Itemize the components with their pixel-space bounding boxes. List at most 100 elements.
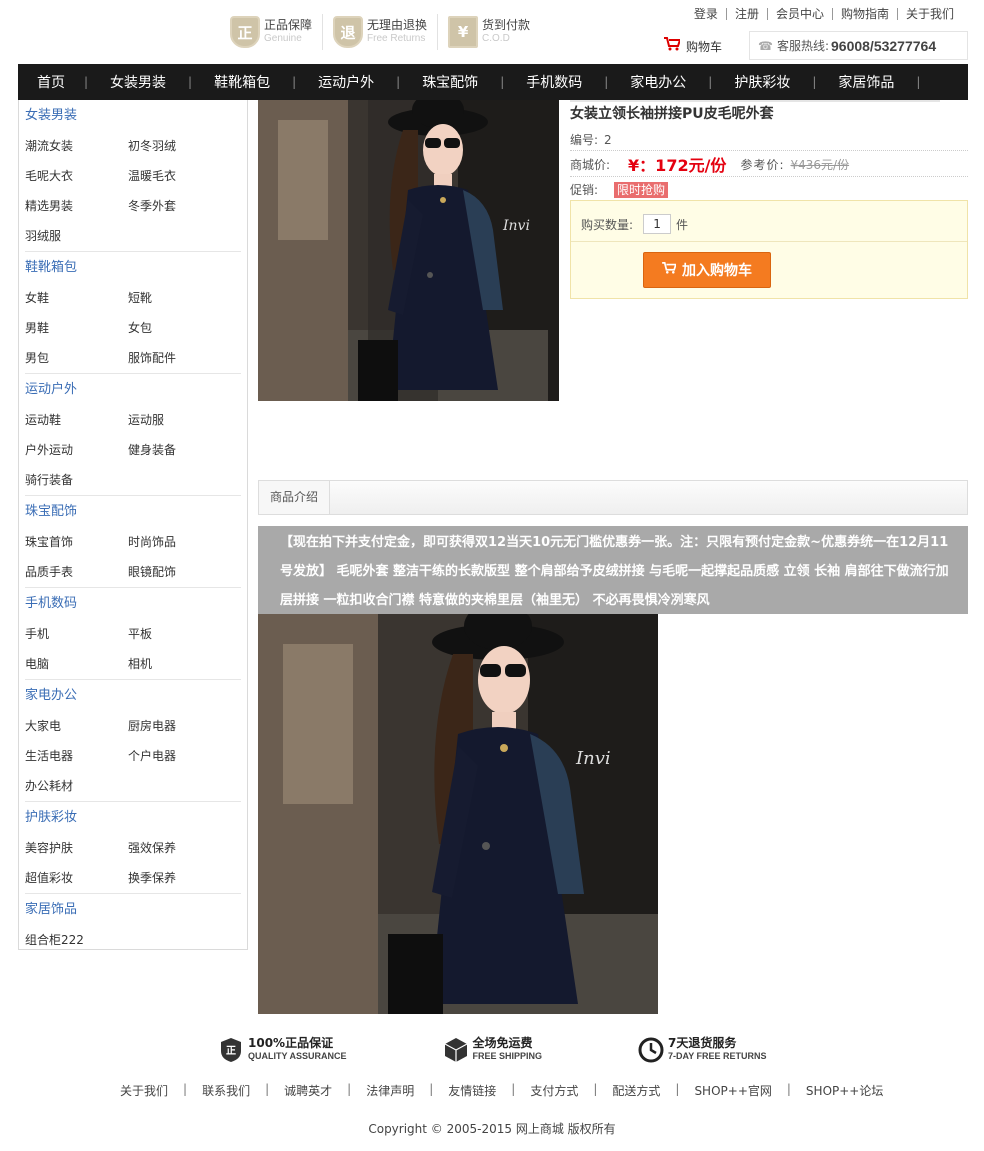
category-link[interactable]: 换季保养 xyxy=(128,863,231,893)
product-tabs: 商品介绍 xyxy=(258,480,968,515)
promo-tag: 限时抢购 xyxy=(614,181,669,198)
add-to-cart-label: 加入购物车 xyxy=(682,263,752,279)
category-link[interactable]: 运动鞋 xyxy=(25,405,128,435)
login-link[interactable]: 登录 xyxy=(686,8,726,20)
category-link[interactable]: 手机 xyxy=(25,619,128,649)
category-title[interactable]: 手机数码 xyxy=(25,588,241,619)
category-link[interactable]: 服饰配件 xyxy=(128,343,231,373)
category-link[interactable]: 骑行装备 xyxy=(25,465,128,495)
category-title[interactable]: 家居饰品 xyxy=(25,894,241,925)
category-link[interactable]: 办公耗材 xyxy=(25,771,128,801)
hotline-number: 96008/53277764 xyxy=(831,37,937,54)
footer-promises: 正 100%正品保证 QUALITY ASSURANCE 全场免运费 FREE … xyxy=(218,1036,767,1064)
category-link[interactable]: 品质手表 xyxy=(25,557,128,587)
qty-unit: 件 xyxy=(676,217,689,232)
category-link[interactable]: 精选男装 xyxy=(25,191,128,221)
register-link[interactable]: 注册 xyxy=(725,8,767,20)
footer-link-official-site[interactable]: SHOP++官网 xyxy=(694,1082,771,1099)
category-title[interactable]: 运动户外 xyxy=(25,374,241,405)
promise-title: 100%正品保证 xyxy=(248,1036,334,1050)
category-link[interactable]: 羽绒服 xyxy=(25,221,128,251)
category-link[interactable]: 短靴 xyxy=(128,283,231,313)
tab-product-intro[interactable]: 商品介绍 xyxy=(259,481,330,514)
nav-item-home-decor[interactable]: 家居饰品 xyxy=(816,72,916,92)
category-link[interactable]: 个户电器 xyxy=(128,741,231,771)
category-link[interactable]: 电脑 xyxy=(25,649,128,679)
footer-separator: | xyxy=(347,1082,352,1096)
category-link[interactable]: 冬季外套 xyxy=(128,191,231,221)
buy-box: 购买数量: 1 件 加入购物车 xyxy=(570,200,968,299)
category-link[interactable]: 时尚饰品 xyxy=(128,527,231,557)
footer-link-delivery[interactable]: 配送方式 xyxy=(612,1082,660,1099)
product-title: 女装立领长袖拼接PU皮毛呢外套 xyxy=(570,106,774,122)
category-link[interactable]: 平板 xyxy=(128,619,231,649)
category-link[interactable]: 运动服 xyxy=(128,405,231,435)
price-label: 商城价: xyxy=(570,157,611,172)
cart-icon xyxy=(662,262,678,278)
footer-link-forum[interactable]: SHOP++论坛 xyxy=(806,1082,883,1099)
quantity-input[interactable]: 1 xyxy=(643,214,672,234)
footer-link-about[interactable]: 关于我们 xyxy=(120,1082,168,1099)
qty-label: 购买数量: xyxy=(581,217,634,232)
footer-link-friends[interactable]: 友情链接 xyxy=(448,1082,496,1099)
category-title[interactable]: 护肤彩妆 xyxy=(25,802,241,833)
about-us-link[interactable]: 关于我们 xyxy=(896,8,962,20)
shopping-guide-link[interactable]: 购物指南 xyxy=(831,8,897,20)
category-block: 手机数码 手机 平板 电脑 相机 xyxy=(25,588,241,680)
promise-sub: 7-DAY FREE RETURNS xyxy=(668,1051,767,1061)
category-link[interactable]: 相机 xyxy=(128,649,231,679)
nav-item-beauty[interactable]: 护肤彩妆 xyxy=(712,72,812,92)
category-link[interactable]: 眼镜配饰 xyxy=(128,557,231,587)
footer-link-careers[interactable]: 诚聘英才 xyxy=(284,1082,332,1099)
category-link[interactable]: 女包 xyxy=(128,313,231,343)
guarantee-returns: 退 无理由退换 Free Returns xyxy=(333,14,439,50)
member-center-link[interactable]: 会员中心 xyxy=(766,8,832,20)
category-link[interactable]: 温暖毛衣 xyxy=(128,161,231,191)
nav-item-jewelry[interactable]: 珠宝配饰 xyxy=(400,72,500,92)
category-link[interactable]: 男鞋 xyxy=(25,313,128,343)
category-link[interactable]: 女鞋 xyxy=(25,283,128,313)
footer-link-payment[interactable]: 支付方式 xyxy=(530,1082,578,1099)
copyright: Copyright © 2005-2015 网上商城 版权所有 xyxy=(368,1122,616,1136)
category-link[interactable]: 厨房电器 xyxy=(128,711,231,741)
title-divider xyxy=(570,100,940,102)
category-link[interactable]: 珠宝首饰 xyxy=(25,527,128,557)
clock-icon xyxy=(638,1036,664,1064)
category-link[interactable]: 健身装备 xyxy=(128,435,231,465)
category-link[interactable]: 组合柜222 xyxy=(25,925,128,955)
nav-item-sports[interactable]: 运动户外 xyxy=(296,72,396,92)
cart-link[interactable]: 购物车 xyxy=(664,37,722,55)
category-link[interactable]: 超值彩妆 xyxy=(25,863,128,893)
category-title[interactable]: 家电办公 xyxy=(25,680,241,711)
category-link[interactable]: 户外运动 xyxy=(25,435,128,465)
promo-label: 促销: xyxy=(570,183,599,197)
category-block: 鞋靴箱包 女鞋 短靴 男鞋 女包 男包 服饰配件 xyxy=(25,252,241,374)
nav-item-digital[interactable]: 手机数码 xyxy=(504,72,604,92)
nav-item-shoes-bags[interactable]: 鞋靴箱包 xyxy=(192,72,292,92)
cod-gift-icon: ¥ xyxy=(448,16,479,48)
footer-link-contact[interactable]: 联系我们 xyxy=(202,1082,250,1099)
category-title[interactable]: 女装男装 xyxy=(25,100,241,131)
ref-price-label: 参考价: xyxy=(740,157,785,172)
category-link[interactable]: 初冬羽绒 xyxy=(128,131,231,161)
nav-item-apparel[interactable]: 女装男装 xyxy=(88,72,188,92)
category-link[interactable]: 潮流女装 xyxy=(25,131,128,161)
footer-link-legal[interactable]: 法律声明 xyxy=(366,1082,414,1099)
footer-separator: | xyxy=(265,1082,270,1096)
footer-links: 关于我们 | 联系我们 | 诚聘英才 | 法律声明 | 友情链接 | 支付方式 … xyxy=(120,1082,883,1099)
product-image[interactable]: Invi xyxy=(258,100,559,401)
category-link[interactable]: 美容护肤 xyxy=(25,833,128,863)
category-title[interactable]: 鞋靴箱包 xyxy=(25,252,241,283)
category-link[interactable]: 男包 xyxy=(25,343,128,373)
category-link[interactable]: 毛呢大衣 xyxy=(25,161,128,191)
nav-item-appliances[interactable]: 家电办公 xyxy=(608,72,708,92)
category-link[interactable]: 大家电 xyxy=(25,711,128,741)
category-title[interactable]: 珠宝配饰 xyxy=(25,496,241,527)
footer-separator: | xyxy=(429,1082,434,1096)
nav-item-home[interactable]: 首页 xyxy=(18,72,84,92)
category-link[interactable]: 生活电器 xyxy=(25,741,128,771)
add-to-cart-button[interactable]: 加入购物车 xyxy=(643,252,771,288)
svg-text:Invi: Invi xyxy=(575,748,611,769)
category-link[interactable]: 强效保养 xyxy=(128,833,231,863)
product-description: 【现在拍下并支付定金，即可获得双12当天10元无门槛优惠券一张。注：只限有预付定… xyxy=(258,526,968,614)
